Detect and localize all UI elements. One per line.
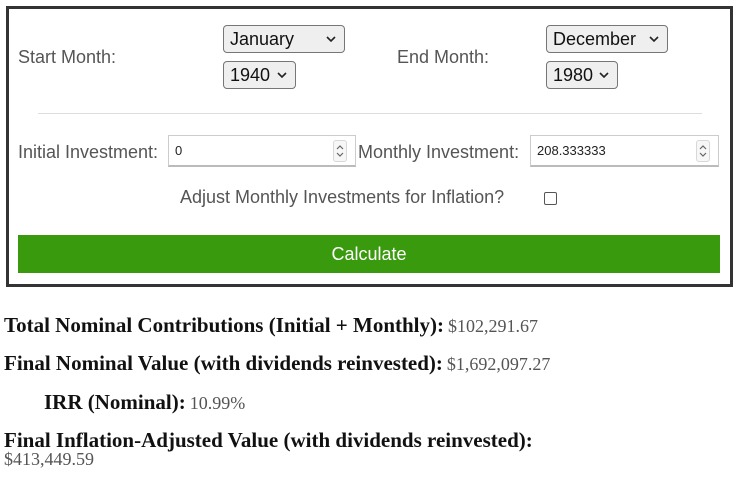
start-year-value: 1940 xyxy=(230,64,271,85)
end-month-label: End Month: xyxy=(397,47,490,67)
form-divider xyxy=(38,113,702,114)
irr-result: IRR (Nominal): 10.99% xyxy=(44,390,245,415)
start-month-value: January xyxy=(230,28,295,49)
spinner-arrows-icon[interactable] xyxy=(696,139,710,162)
monthly-investment-value: 208.333333 xyxy=(537,143,606,158)
inflation-adjust-checkbox[interactable] xyxy=(544,192,557,205)
initial-investment-value: 0 xyxy=(175,143,183,158)
chevron-down-icon xyxy=(326,36,336,43)
total-contributions-label: Total Nominal Contributions (Initial + M… xyxy=(4,313,444,337)
start-year-select[interactable]: 1940 xyxy=(223,61,296,89)
total-contributions-result: Total Nominal Contributions (Initial + M… xyxy=(4,313,538,338)
total-contributions-value: $102,291.67 xyxy=(448,316,538,336)
chevron-down-icon xyxy=(649,36,659,43)
end-year-select[interactable]: 1980 xyxy=(546,61,618,89)
monthly-investment-label: Monthly Investment: xyxy=(358,142,520,162)
calculator-form: Start Month: January 1940 End Month: Dec… xyxy=(6,6,733,287)
monthly-investment-input[interactable]: 208.333333 xyxy=(530,135,719,167)
end-month-select[interactable]: December xyxy=(546,25,668,53)
final-nominal-result: Final Nominal Value (with dividends rein… xyxy=(4,351,550,376)
inflation-adjust-label: Adjust Monthly Investments for Inflation… xyxy=(180,187,505,207)
end-year-value: 1980 xyxy=(553,64,594,85)
initial-investment-label: Initial Investment: xyxy=(18,142,159,162)
irr-value: 10.99% xyxy=(189,393,246,413)
final-nominal-value: $1,692,097.27 xyxy=(446,354,551,374)
final-nominal-label: Final Nominal Value (with dividends rein… xyxy=(4,351,443,375)
calculate-button[interactable]: Calculate xyxy=(18,235,720,273)
spinner-arrows-icon[interactable] xyxy=(333,139,347,162)
irr-label: IRR (Nominal): xyxy=(44,390,186,414)
start-month-label: Start Month: xyxy=(18,47,117,67)
initial-investment-input[interactable]: 0 xyxy=(168,135,356,167)
chevron-down-icon xyxy=(599,72,609,79)
chevron-down-icon xyxy=(277,72,287,79)
start-month-select[interactable]: January xyxy=(223,25,345,53)
final-adjusted-value: $413,449.59 xyxy=(4,449,94,469)
end-month-value: December xyxy=(553,28,637,49)
